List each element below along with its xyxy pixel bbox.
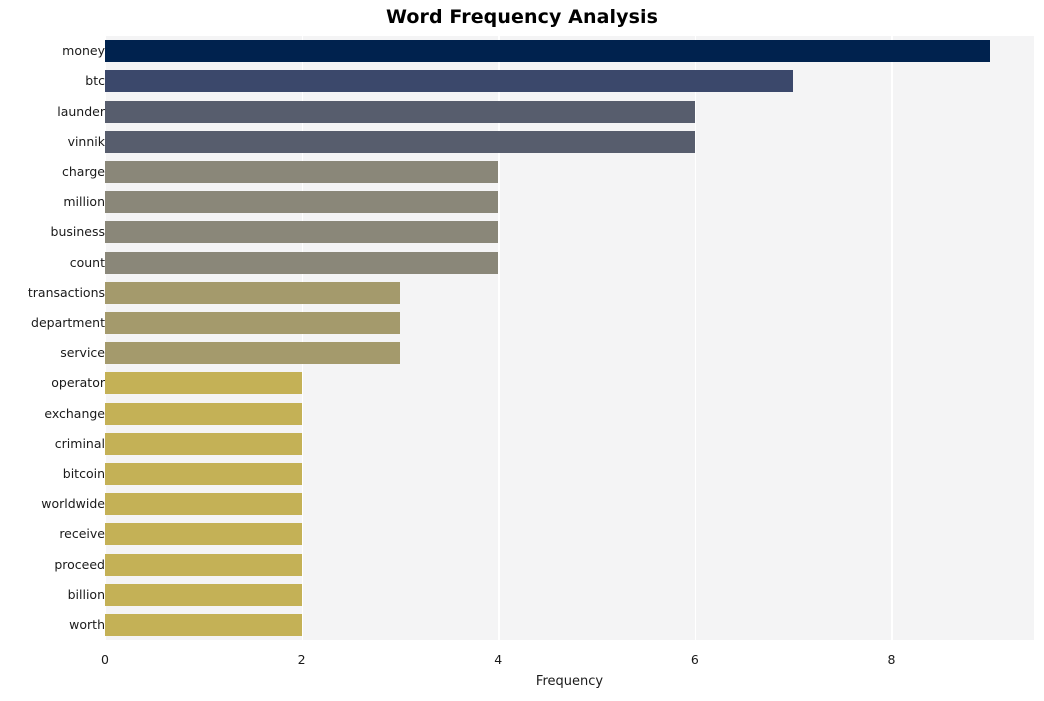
x-tick-label: 4: [494, 652, 503, 667]
y-tick-label: launder: [57, 103, 105, 119]
y-tick-label: btc: [85, 73, 105, 89]
y-tick-label: bitcoin: [62, 465, 105, 481]
bar: [105, 553, 302, 576]
bar: [105, 191, 499, 214]
x-tick-label: 6: [690, 652, 699, 667]
bar: [105, 221, 499, 244]
y-tick-label: worldwide: [41, 496, 105, 512]
y-tick-label: criminal: [54, 435, 105, 451]
y-tick-label: operator: [51, 375, 105, 391]
bar: [105, 100, 695, 123]
bar: [105, 70, 794, 93]
y-tick-label: vinnik: [67, 133, 105, 149]
y-tick-label: worth: [69, 616, 105, 632]
chart-figure: Word Frequency Analysis money btc launder v…: [0, 0, 1044, 701]
gridline-x-4: [891, 36, 893, 640]
bar: [105, 493, 302, 516]
y-axis-tick-labels: money btc launder vinnik charge million busine…: [0, 36, 105, 640]
bar: [105, 281, 400, 304]
x-tick-label: 2: [297, 652, 306, 667]
bar: [105, 523, 302, 546]
y-tick-label: million: [63, 194, 105, 210]
x-tick-label: 8: [887, 652, 896, 667]
y-tick-label: count: [69, 254, 105, 270]
gridline-x-0: [105, 36, 107, 640]
x-axis-title: Frequency: [535, 674, 604, 689]
y-tick-label: department: [31, 314, 105, 330]
bar: [105, 432, 302, 455]
gridline-x-3: [694, 36, 697, 640]
bar: [105, 160, 499, 183]
y-tick-label: exchange: [44, 405, 105, 421]
x-axis-tick-labels: 0 2 4 6 8: [101, 640, 1034, 670]
gridline-x-1: [301, 36, 303, 640]
bar: [105, 130, 695, 153]
y-tick-label: transactions: [27, 284, 105, 300]
y-tick-label: proceed: [54, 556, 105, 572]
y-tick-label: money: [62, 43, 105, 59]
gridline-x-2: [498, 36, 500, 640]
bar: [105, 402, 302, 425]
bar: [105, 311, 400, 334]
y-tick-label: billion: [67, 586, 105, 602]
y-tick-label: service: [60, 345, 105, 361]
y-tick-label: charge: [62, 163, 105, 179]
bar: [105, 613, 302, 636]
x-tick-label: 0: [101, 652, 109, 667]
y-tick-label: receive: [59, 526, 105, 542]
bar: [105, 40, 990, 63]
chart-title: Word Frequency Analysis: [385, 6, 659, 28]
bar: [105, 583, 302, 606]
bar: [105, 251, 499, 274]
plot-area: [105, 36, 1034, 640]
bar: [105, 342, 400, 365]
bar: [105, 462, 302, 485]
bar: [105, 372, 302, 395]
y-tick-label: business: [50, 224, 105, 240]
